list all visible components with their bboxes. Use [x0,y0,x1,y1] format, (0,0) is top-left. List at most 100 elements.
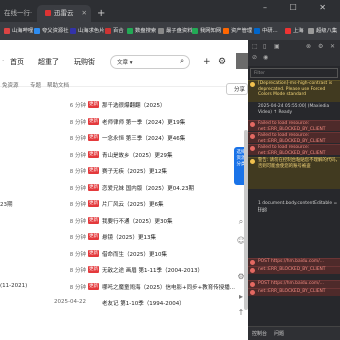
search-type-select[interactable]: 文章 ▾ [117,58,133,66]
nav-home[interactable]: 首页 [10,57,24,67]
list-item[interactable]: 8 分钟 更新 赛子无疾（2025）更12集 [0,164,234,180]
tab-favicon-icon [45,10,51,16]
site-search-box[interactable]: 文章 ▾ ⌕ [110,55,190,69]
list-item[interactable]: 8 分钟 更新 悬镜（2025）更13集 [0,230,234,246]
subnav-item[interactable]: 免资源 [2,81,19,89]
list-item[interactable]: 8 分钟 更新 借命而生（2025）更10集 [0,247,234,263]
row-title-link[interactable]: 我要行不通（2025）更30集 [102,217,173,225]
list-item[interactable]: 8 分钟 更新 我要行不通（2025）更30集 [0,214,234,230]
bookmark-item[interactable]: 夸父资源社 [34,26,69,36]
row-title-link[interactable]: 老师律师 第一季（2024）更19集 [102,118,185,126]
window-controls[interactable]: – ☐ ✕ [263,3,336,12]
row-title-link[interactable]: 借命而生（2025）更10集 [102,250,167,258]
avatar[interactable] [236,53,248,69]
list-item[interactable]: 8 分钟 更新 恋爱兄妹 国内版（2025）更04.23期 [0,181,234,197]
devtools-drawer-tabs: 控制台 问题 [248,326,340,340]
nav-item[interactable]: 玩购街 [74,57,95,67]
list-item[interactable]: (11-2021) 8 分钟 更新 哪吒之魔童闹海（2025）信电影+同步+教育传授播… [0,280,235,296]
row-time: 8 分钟 [69,152,86,159]
bookmark-item[interactable]: 上海 [285,26,304,36]
close-icon[interactable]: ✕ [330,43,335,50]
bookmark-icon [34,27,40,34]
close-tab-icon[interactable]: ✕ [82,5,87,22]
update-badge: 更新 [88,216,99,224]
warning-icon [250,82,255,87]
eye-icon[interactable]: ◉ [263,54,268,61]
row-title-link[interactable]: 一念永恒 第三季（2024）更46集 [102,134,185,142]
console-message: true [248,209,340,217]
error-count-icon[interactable]: ⊗ [306,43,311,50]
list-item[interactable]: 2025-04-22 老友记 第1-10季（1994-2004） [0,296,234,312]
error-icon [250,290,255,295]
list-item[interactable]: 8 分钟 更新 一念永恒 第三季（2024）更46集 [0,131,234,147]
bookmark-icon [285,27,291,34]
inspect-icon[interactable]: ⬚ [252,43,258,50]
settings-icon[interactable]: ⚙ [318,43,323,50]
console-icon[interactable]: ▣ [274,43,280,50]
update-badge: 更新 [88,101,99,108]
tab-previous[interactable]: 在线一行· [0,5,39,22]
row-title-link[interactable]: 青山是故乡（2025）更29集 [102,151,173,159]
bookmark-icon [192,27,198,34]
row-title-link[interactable]: 哪吒之魔童闹海（2025）信电影+同步+教育传授播... [102,283,235,291]
console-message: [Deprecation]-ms-high-contrast is deprec… [248,80,340,102]
bookmark-item[interactable]: 百合 [105,26,124,36]
list-item[interactable]: 23期 8 分钟 更新 片厂风云（2025）更6集 [0,197,234,213]
console-message: POST https://hm.baidu.com/... [248,258,340,266]
bookmark-item[interactable]: 山海求色片 [70,26,105,36]
subnav-item[interactable]: 专题 [30,81,41,89]
row-title-link[interactable]: 老友记 第1-10季（1994-2004） [102,299,185,307]
tab-issues[interactable]: 问题 [274,330,284,337]
bookmark-item[interactable]: 数盘搜索 [127,26,156,36]
tab-active[interactable]: 迅雷云 ✕ [37,5,91,22]
tab-console[interactable]: 控制台 [252,330,267,337]
bookmark-icon [127,27,133,34]
add-icon[interactable]: + [203,57,211,67]
row-time: 6 分钟 [69,103,86,109]
bookmark-icon [158,27,164,34]
console-message: Failed to load resource: net::ERR_BLOCKE… [248,120,340,132]
devtools-toolbar: ⬚ ▯ ▣ ⊗ ⚙ ✕ ⊘ ◉ [248,40,340,66]
web-page: · 首页 超重了 玩购街 文章 ▾ ⌕ + ⚙ 免资源 专题 帮助文档 分享 6… [0,40,248,340]
list-item[interactable]: 8 分钟 更新 青山是故乡（2025）更29集 [0,148,234,164]
bookmark-item[interactable]: 超级八集 [308,26,337,36]
bookmark-item[interactable]: 我网知网 [192,26,221,36]
subnav-item[interactable]: 帮助文档 [47,81,69,89]
row-title-link[interactable]: 悬镜（2025）更13集 [102,233,156,241]
row-time: 8 分钟 [69,218,86,225]
row-title-link[interactable]: 恋爱兄妹 国内版（2025）更04.23期 [102,184,194,192]
list-item[interactable]: 6 分钟 更新 那千选很爆翻翻（2025） [0,98,234,114]
update-badge: 更新 [88,134,99,141]
log-icon [250,210,255,215]
console-message: Failed to load resource: net::ERR_BLOCKE… [248,132,340,144]
row-title-link[interactable]: 那千选很爆翻翻（2025） [102,101,166,109]
new-tab-button[interactable]: + [97,5,105,22]
update-badge: 更新 [88,150,99,158]
clear-console-icon[interactable]: ⊘ [252,54,257,61]
share-button[interactable]: 分享 [226,83,248,95]
nav-item[interactable]: 超重了 [38,57,59,67]
update-badge: 更新 [88,233,99,240]
bookmark-icon [105,27,111,34]
row-left-text: 23期 [0,202,13,208]
console-filter-input[interactable]: Filter [250,68,338,78]
log-icon [250,202,255,207]
bookmark-item[interactable]: 资产管理 [223,26,252,36]
row-title-link[interactable]: 片厂风云（2025）更6集 [102,200,164,208]
bookmark-icon [70,27,76,34]
bookmark-item[interactable]: 中研... [254,26,278,36]
settings-icon[interactable]: ⚙ [218,57,226,67]
row-time: 2025-04-22 [54,299,86,305]
row-title-link[interactable]: 赛子无疾（2025）更12集 [102,167,167,175]
console-message: 2025-04-24 05:55:00] (Maxiedia Video) ↑ … [248,104,340,116]
row-left-text: (11-2021) [0,282,28,289]
site-header: · 首页 超重了 玩购街 文章 ▾ ⌕ + ⚙ 免资源 专题 帮助文档 [0,40,248,89]
device-icon[interactable]: ▯ [263,43,266,50]
search-icon[interactable]: ⌕ [180,57,184,66]
row-title-link[interactable]: 无敌之途 画眉 第1-11季（2004-2013） [102,266,203,274]
nav-item[interactable]: · [2,57,4,65]
bookmark-item[interactable]: 最子盘资料 [158,26,193,36]
list-item[interactable]: 8 分钟 更新 无敌之途 画眉 第1-11季（2004-2013） [0,263,234,279]
list-item[interactable]: 8 分钟 更新 老师律师 第一季（2024）更19集 [0,115,234,131]
bookmark-item[interactable]: 山海哔哩 [4,26,33,36]
